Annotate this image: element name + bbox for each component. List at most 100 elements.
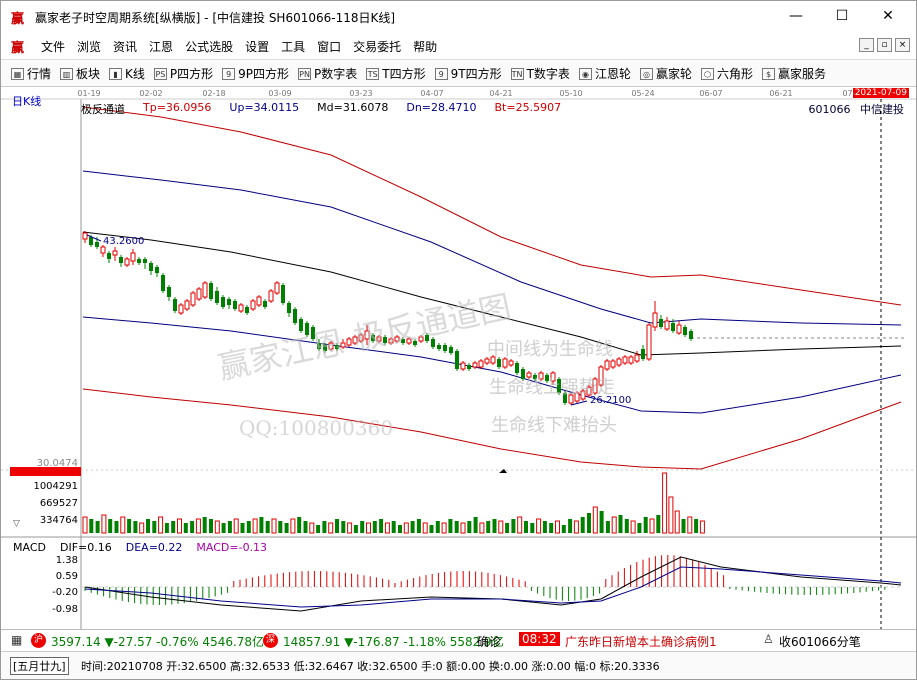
volume-bar (592, 506, 598, 534)
toolbar-button[interactable]: TN T数字表 (510, 65, 570, 82)
lunar-date: [五月廿九] (10, 657, 69, 675)
quote-status-bar: [五月廿九] 时间:20210708 开:32.6500 高:32.6533 低… (1, 651, 916, 679)
close-button[interactable]: ✕ (865, 1, 911, 31)
candle-body (202, 282, 208, 298)
collect-tick-text[interactable]: 收601066分笔 (779, 633, 861, 650)
chart-area[interactable]: 43.2600 26.2100 赢家江恩 极反通道图 中间线为生命线 生命线上强势走 生命… (1, 87, 916, 629)
dollar-icon: $ (761, 67, 775, 80)
candle-body (664, 320, 670, 330)
toolbar-button[interactable]: 9 9T四方形 (434, 65, 502, 82)
date-tick: 04-07 (420, 89, 444, 98)
candle-body (143, 259, 147, 263)
volume-bar (190, 521, 195, 533)
volume-bar (555, 520, 560, 534)
volume-bar (146, 519, 150, 533)
candle-body (250, 300, 256, 310)
mdi-restore-button[interactable]: ▫ (877, 38, 892, 52)
maximize-button[interactable]: ☐ (819, 1, 865, 31)
toolbar-button[interactable]: PS P四方形 (153, 65, 213, 82)
volume-bar (505, 523, 510, 533)
mdi-minimize-button[interactable]: _ (859, 38, 874, 52)
toolbar-button[interactable]: TS T四方形 (366, 65, 426, 82)
volume-bar (549, 523, 554, 533)
nine-t-icon: 9 (434, 67, 448, 80)
kline-icon: ▮ (109, 67, 123, 80)
toolbar-button[interactable]: 9 9P四方形 (222, 65, 289, 82)
date-tick: 02-18 (202, 89, 226, 98)
toolbar-button[interactable]: $ 赢家服务 (761, 65, 826, 82)
sz-index-text[interactable]: 14857.91 ▼-176.87 -1.18% 5582.9亿 (283, 633, 504, 650)
macd-tick: -0.20 (52, 587, 78, 598)
menu-item[interactable]: 设置 (239, 38, 275, 55)
candle-body (634, 354, 640, 362)
menu-item[interactable]: 浏览 (71, 38, 107, 55)
date-tick: 02-02 (139, 89, 163, 98)
indicator-name[interactable]: 极反通道 (81, 101, 125, 117)
bell-icon[interactable]: ♙ (763, 632, 774, 646)
macd-name[interactable]: MACD (13, 541, 46, 554)
menu-item[interactable]: 交易委托 (347, 38, 407, 55)
toolbar-label: P数字表 (314, 67, 358, 81)
volume-bar (573, 520, 579, 534)
quote-detail: 时间:20210708 开:32.6500 高:32.6533 低:32.646… (81, 660, 660, 673)
menu-item[interactable]: 公式选股 (179, 38, 239, 55)
period-label[interactable]: 日K线 (12, 93, 41, 109)
stock-name: 中信建投 (860, 103, 904, 116)
volume-bar (699, 520, 705, 534)
volume-bar (158, 516, 164, 534)
minimize-button[interactable]: — (773, 1, 819, 31)
app-window: 赢 赢家老子时空周期系统[纵横版] - [中信建投 SH601066-118日K… (0, 0, 917, 680)
indicator-dn: Dn=28.4710 (406, 101, 477, 114)
date-tick: 07- (842, 89, 856, 98)
news-ticker[interactable]: 广东昨日新增本土确诊病例1 (565, 633, 717, 650)
menu-item[interactable]: 江恩 (143, 38, 179, 55)
volume-bar (227, 521, 232, 533)
candle-body (610, 360, 616, 368)
volume-bar (290, 518, 296, 534)
toolbar-button[interactable]: ◉ 江恩轮 (578, 65, 631, 82)
app-logo-icon: 赢 (11, 12, 25, 27)
menu-item[interactable]: 资讯 (107, 38, 143, 55)
scroll-down-button[interactable]: ▽ (13, 519, 29, 531)
volume-bar (492, 519, 497, 533)
toolbar-button[interactable]: ▮ K线 (109, 65, 145, 82)
volume-bar (120, 516, 126, 534)
indicator-header: 极反通道 Tp=36.0956 Up=34.0115 Md=31.6078 Dn… (81, 101, 561, 117)
volume-bar (486, 521, 491, 533)
menu-item[interactable]: 帮助 (407, 38, 443, 55)
volume-bar (328, 522, 334, 534)
toolbar-label: 赢家服务 (777, 67, 826, 81)
candle-body (616, 358, 622, 366)
toolbar-button[interactable]: ⬡ 六角形 (700, 65, 753, 82)
volume-bar (605, 521, 610, 533)
mdi-close-button[interactable]: × (895, 38, 910, 52)
date-tick: 04-21 (489, 89, 513, 98)
watermark-line: 生命线下难抬头 (491, 415, 617, 436)
candle-body (671, 323, 675, 331)
candle-body (130, 252, 136, 262)
candle-body (209, 283, 213, 299)
candle-body (508, 360, 514, 366)
menu-item[interactable]: 工具 (275, 38, 311, 55)
toolbar-button[interactable]: PN P数字表 (298, 65, 357, 82)
candle-body (502, 358, 508, 368)
toolbar-button[interactable]: ▥ 板块 (60, 65, 100, 82)
toolbar-button[interactable]: ▦ 行情 (11, 65, 51, 82)
volume-bar (410, 521, 415, 533)
grid-icon[interactable]: ▦ (11, 633, 22, 647)
candle-body (274, 282, 280, 294)
volume-bar (114, 521, 119, 533)
toolbar: ▦ 行情 ▥ 板块 ▮ K线 PS P四方形 9 9P四方形 PN P数字表 TS T四方形 9 9T四方形 T… (1, 59, 916, 87)
toolbar-button[interactable]: ◎ 赢家轮 (639, 65, 692, 82)
volume-bar (133, 521, 138, 533)
volume-bar (656, 515, 661, 533)
ts-icon: TS (366, 67, 380, 80)
menu-item[interactable]: 窗口 (311, 38, 347, 55)
title-bar[interactable]: 赢 赢家老子时空周期系统[纵横版] - [中信建投 SH601066-118日K… (1, 1, 916, 33)
toolbar-label: 江恩轮 (594, 67, 631, 81)
news-time: 08:32 (519, 632, 560, 646)
menu-item[interactable]: 文件 (35, 38, 71, 55)
candle-body (460, 362, 466, 370)
sh-index-text[interactable]: 3597.14 ▼-27.57 -0.76% 4546.78亿 (51, 633, 264, 650)
menu-bar: 赢 文件 浏览 资讯 江恩 公式选股 设置 工具 窗口 交易委托 帮助 _ ▫ × (1, 34, 916, 58)
